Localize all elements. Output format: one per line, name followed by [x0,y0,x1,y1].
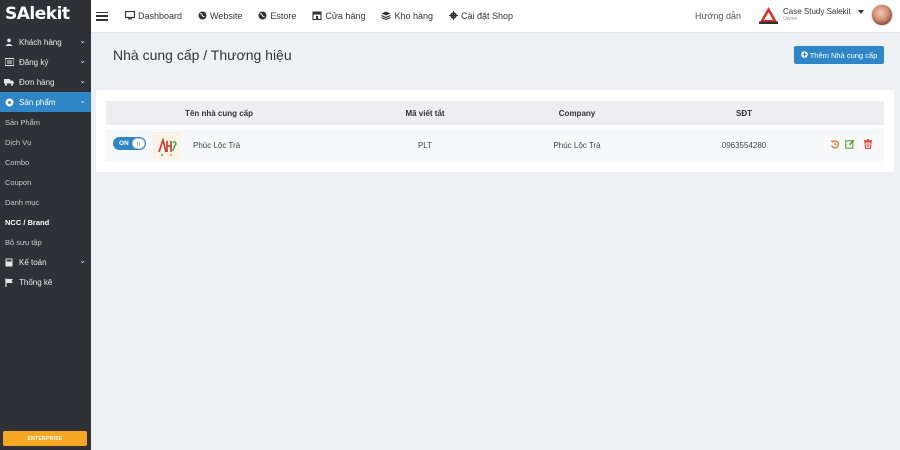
sidebar-item-customers[interactable]: Khách hàng ⌄ [0,32,91,52]
status-toggle[interactable]: ON [113,137,146,150]
supplier-company: Phúc Lộc Trà [553,141,601,150]
list-icon [4,58,14,67]
nav-label: Kho hàng [394,11,434,21]
chevron-down-icon: ⌄ [79,256,86,265]
gear-icon [4,98,14,107]
salekit-logo[interactable]: SAlekit [0,0,91,32]
supplier-code: PLT [417,141,433,150]
column-header-name[interactable]: Tên nhà cung cấp [185,109,253,118]
supplier-logo [153,132,180,159]
nav-warehouse[interactable]: Kho hàng [381,11,433,22]
user-icon [4,38,14,47]
topbar: Dashboard Website Estore Cửa hàng Kho hà… [91,0,900,33]
page-title: Nhà cung cấp / Thương hiệu [113,47,292,63]
account-name: Case Study Salekit [783,7,851,16]
sidebar-item-accounting[interactable]: Kế toán ⌄ [0,252,91,272]
add-supplier-button[interactable]: Thêm Nhà cung cấp [794,46,884,64]
chevron-down-icon: ⌄ [79,96,86,105]
sidebar-item-registrations[interactable]: Đăng ký ⌄ [0,52,91,72]
globe-icon [258,11,267,22]
avatar[interactable] [871,4,893,26]
truck-icon [4,78,14,87]
chevron-down-icon: ⌄ [79,56,86,65]
sidebar-item-label: Khách hàng [19,37,62,47]
column-header-company[interactable]: Company [559,109,595,118]
add-button-label: Thêm Nhà cung cấp [809,50,878,60]
sidebar-item-orders[interactable]: Đơn hàng ⌄ [0,72,91,92]
nav-estore[interactable]: Estore [258,11,296,22]
caret-down-icon[interactable] [858,10,864,14]
toggle-knob [132,138,145,149]
nav-label: Cửa hàng [325,11,366,21]
calculator-icon [4,258,14,267]
table-row: ON Phúc Lộc Trà PLT Phúc Lộc Trà 0963554… [106,129,884,161]
enterprise-button[interactable]: ENTERPRISE [3,431,87,446]
nav-shop-settings[interactable]: Cài đặt Shop [449,10,514,22]
nav-label: Estore [270,11,297,21]
nav-dashboard[interactable]: Dashboard [124,10,183,22]
globe-icon [198,11,207,22]
restore-icon[interactable] [830,139,840,149]
sidebar-item-label: Đơn hàng [19,77,55,87]
store-icon [312,11,322,22]
gear-icon [449,10,459,22]
supplier-name: Phúc Lộc Trà [193,141,241,150]
help-link[interactable]: Hướng dẫn [695,11,741,21]
sidebar-subitem-categories[interactable]: Danh mục [0,192,91,212]
chevron-down-icon: ⌄ [79,76,86,85]
sidebar-subitem-brand[interactable]: NCC / Brand [0,212,91,232]
column-header-code[interactable]: Mã viết tắt [405,109,444,118]
sidebar-item-products[interactable]: Sản phẩm ⌄ [0,92,91,112]
edit-icon[interactable] [845,139,855,149]
stack-icon [381,11,392,22]
sidebar-item-label: Đăng ký [19,57,49,67]
delete-icon[interactable] [863,139,873,149]
nav-label: Dashboard [138,11,183,21]
supplier-phone: 0963554280 [721,141,767,150]
sidebar-item-label: Thống kê [19,277,53,287]
plus-circle-icon [800,50,808,60]
column-header-phone[interactable]: SĐT [736,109,752,118]
nav-label: Cài đặt Shop [461,11,514,21]
sidebar-subitem-collections[interactable]: Bộ sưu tập [0,232,91,252]
account-menu[interactable]: Case Study Salekit Owner [759,6,851,24]
monitor-icon [124,10,136,22]
table-header: Tên nhà cung cấp Mã viết tắt Company SĐT [106,101,884,125]
nav-website[interactable]: Website [198,11,242,22]
sidebar-subitem-coupon[interactable]: Coupon [0,172,91,192]
supplier-table-card: Tên nhà cung cấp Mã viết tắt Company SĐT… [96,90,894,172]
sidebar-item-label: Sản phẩm [19,97,56,107]
top-nav: Dashboard Website Estore Cửa hàng Kho hà… [124,10,529,22]
sidebar-item-label: Kế toán [19,257,47,267]
sidebar-subitem-products[interactable]: Sản Phẩm [0,112,91,132]
menu-toggle-icon[interactable] [96,11,108,21]
nav-label: Website [210,11,243,21]
sidebar-subitem-services[interactable]: Dịch Vụ [0,132,91,152]
company-logo-icon [759,7,778,24]
chevron-down-icon: ⌄ [79,36,86,45]
sidebar: SAlekit Khách hàng ⌄ Đăng ký ⌄ Đơn hàng … [0,0,91,450]
toggle-label: ON [119,140,129,147]
sidebar-item-statistics[interactable]: Thống kê [0,272,91,292]
sidebar-subitem-combo[interactable]: Combo [0,152,91,172]
account-role: Owner [783,16,798,22]
flag-icon [4,278,14,287]
nav-store[interactable]: Cửa hàng [312,11,365,22]
